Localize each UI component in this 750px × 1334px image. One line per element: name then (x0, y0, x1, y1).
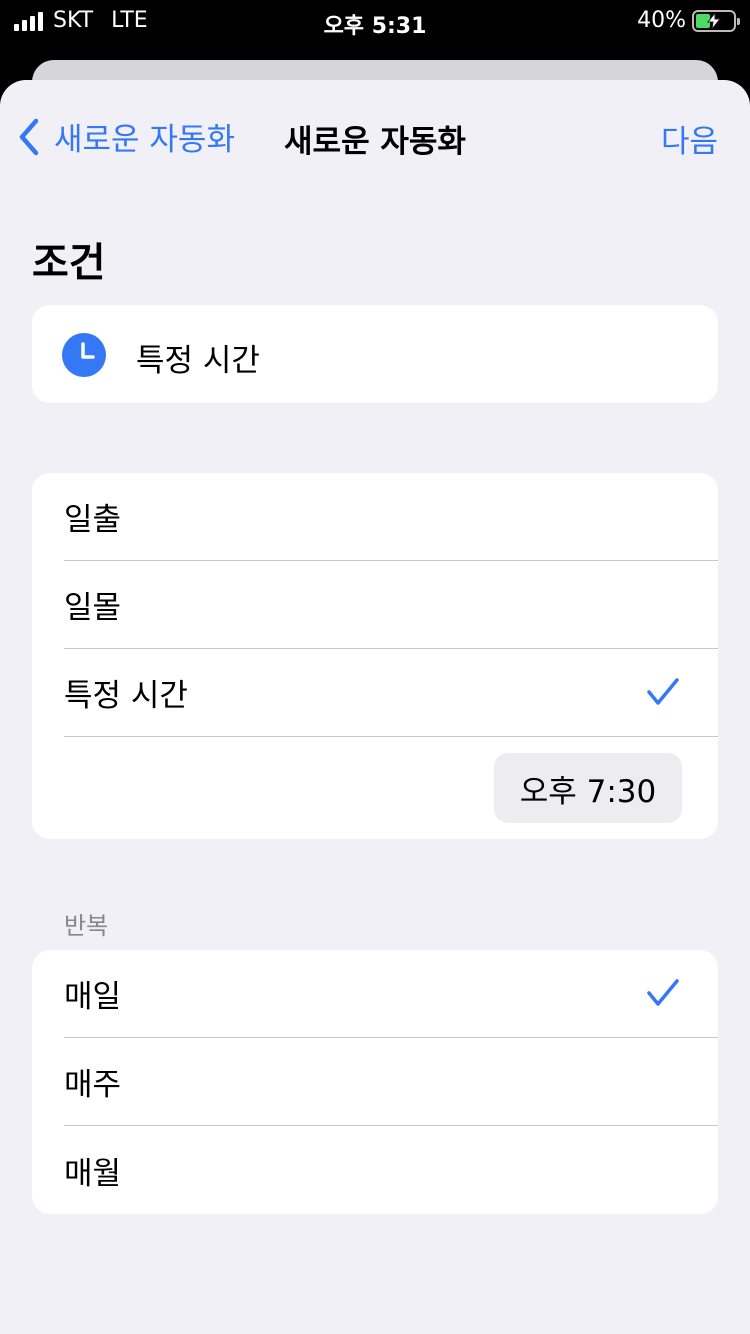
navigation-bar: 새로운 자동화 새로운 자동화 다음 (0, 80, 750, 190)
checkmark-icon (647, 678, 679, 705)
condition-section-title: 조건 (32, 240, 106, 286)
automation-sheet: 새로운 자동화 새로운 자동화 다음 조건 특정 시간 일출 일몰 특정 시간 … (0, 80, 750, 1334)
repeat-label: 매주 (64, 1067, 122, 1103)
status-bar: SKT LTE 오후 5:31 40% (0, 0, 750, 44)
repeat-label: 매월 (64, 1155, 122, 1192)
option-label: 일출 (64, 502, 122, 538)
battery-percent: 40% (637, 8, 686, 33)
condition-label: 특정 시간 (136, 343, 260, 379)
charging-bolt-icon (706, 11, 722, 30)
time-picker-row: 오후 7:30 (64, 737, 718, 839)
status-bar-right: 40% (637, 8, 740, 33)
repeat-label: 매일 (64, 979, 122, 1015)
repeat-weekly[interactable]: 매주 (64, 1038, 718, 1126)
option-sunrise[interactable]: 일출 (64, 473, 718, 561)
page-title: 새로운 자동화 (284, 124, 466, 160)
option-specific-time[interactable]: 특정 시간 (64, 649, 718, 737)
repeat-card: 매일 매주 매월 (32, 950, 718, 1214)
repeat-monthly[interactable]: 매월 (64, 1126, 718, 1214)
time-options-card: 일출 일몰 특정 시간 오후 7:30 (32, 473, 718, 839)
repeat-daily[interactable]: 매일 (64, 950, 718, 1038)
condition-card[interactable]: 특정 시간 (32, 305, 718, 403)
option-label: 일몰 (64, 590, 122, 626)
battery-icon (692, 9, 740, 32)
checkmark-icon (647, 979, 679, 1006)
next-button[interactable]: 다음 (661, 116, 718, 161)
option-label: 특정 시간 (64, 678, 188, 714)
clock-icon (62, 333, 106, 377)
option-sunset[interactable]: 일몰 (64, 561, 718, 649)
time-picker-button[interactable]: 오후 7:30 (494, 753, 682, 823)
repeat-section-header: 반복 (64, 912, 109, 940)
